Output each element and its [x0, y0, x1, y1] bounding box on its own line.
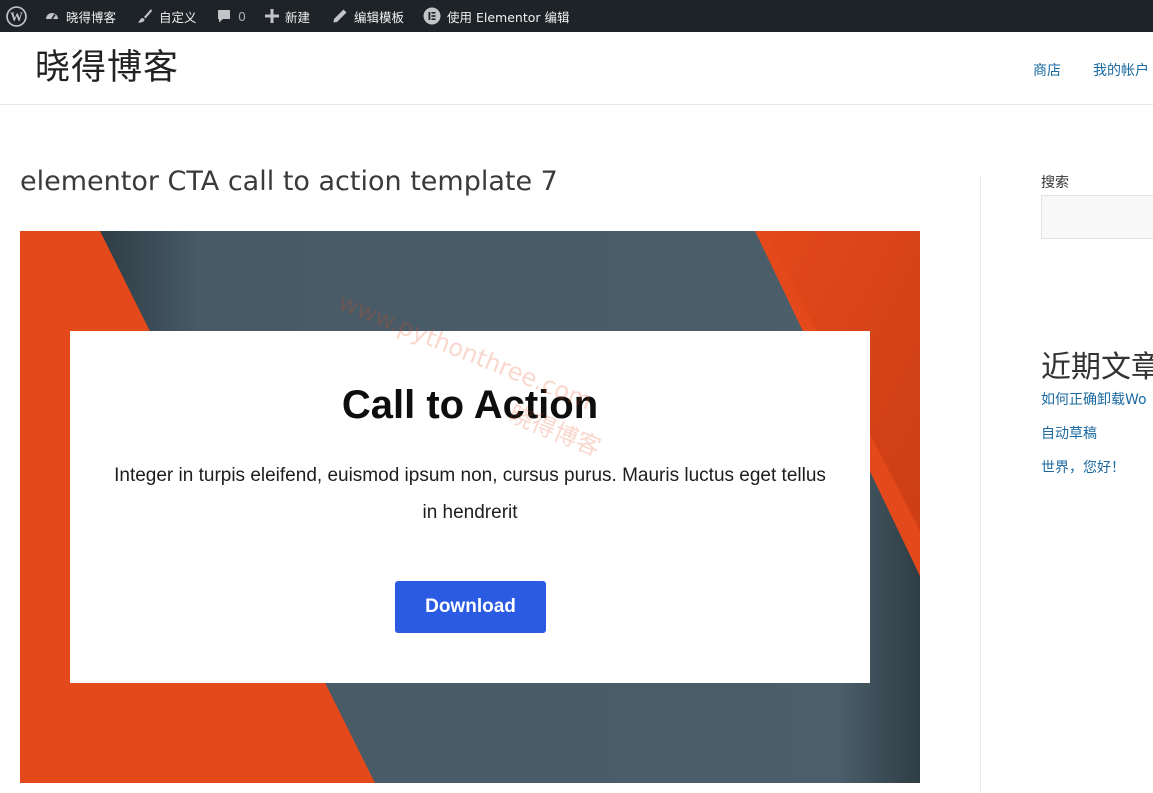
cta-section: Call to Action Integer in turpis eleifen…: [20, 231, 920, 783]
search-input[interactable]: [1041, 195, 1153, 239]
admin-bar-site-button[interactable]: 晓得博客: [44, 0, 116, 32]
sidebar-divider: [980, 175, 981, 793]
paintbrush-icon: [137, 8, 153, 24]
wordpress-logo-button[interactable]: W: [6, 0, 33, 32]
cta-heading: Call to Action: [341, 383, 599, 427]
comment-icon: [216, 8, 232, 24]
admin-bar-edit-template-button[interactable]: 编辑模板: [332, 0, 404, 32]
cta-description: Integer in turpis eleifend, euismod ipsu…: [114, 465, 826, 523]
recent-post-link[interactable]: 如何正确卸载Wo: [1041, 389, 1147, 409]
admin-bar-elementor-label: 使用 Elementor 编辑: [447, 9, 570, 25]
recent-posts-heading: 近期文章: [1041, 350, 1153, 385]
admin-bar-edit-template-label: 编辑模板: [354, 9, 405, 25]
pencil-icon: [332, 8, 348, 24]
comment-count: 0: [238, 8, 246, 24]
admin-bar-customize-label: 自定义: [159, 9, 197, 25]
wordpress-icon: W: [6, 5, 27, 27]
admin-bar-new-label: 新建: [285, 9, 311, 25]
admin-bar-new-button[interactable]: 新建: [265, 0, 310, 32]
site-title[interactable]: 晓得博客: [35, 46, 179, 90]
nav-item-my-account[interactable]: 我的帐户: [1093, 60, 1149, 80]
nav-item-shop[interactable]: 商店: [1033, 60, 1061, 80]
search-label: 搜索: [1041, 175, 1069, 191]
site-header: 晓得博客 商店 我的帐户: [0, 32, 1153, 105]
svg-text:W: W: [10, 10, 23, 24]
admin-bar-elementor-button[interactable]: 使用 Elementor 编辑: [423, 0, 570, 32]
dashboard-icon: [44, 8, 60, 24]
plus-icon: [265, 9, 279, 23]
admin-bar-comments-button[interactable]: 0: [216, 0, 246, 32]
elementor-icon: [423, 7, 441, 25]
post-title: elementor CTA call to action template 7: [20, 166, 558, 197]
cta-card: Call to Action Integer in turpis eleifen…: [70, 331, 870, 683]
admin-bar-site-label: 晓得博客: [66, 9, 117, 25]
admin-bar-customize-button[interactable]: 自定义: [137, 0, 197, 32]
download-button[interactable]: Download: [395, 581, 546, 633]
recent-post-link[interactable]: 自动草稿: [1041, 423, 1097, 443]
admin-bar: W 晓得博客 自定义 0 新建 编辑模板 使用 Elementor 编辑: [0, 0, 1153, 32]
recent-post-link[interactable]: 世界，您好！: [1041, 457, 1125, 477]
